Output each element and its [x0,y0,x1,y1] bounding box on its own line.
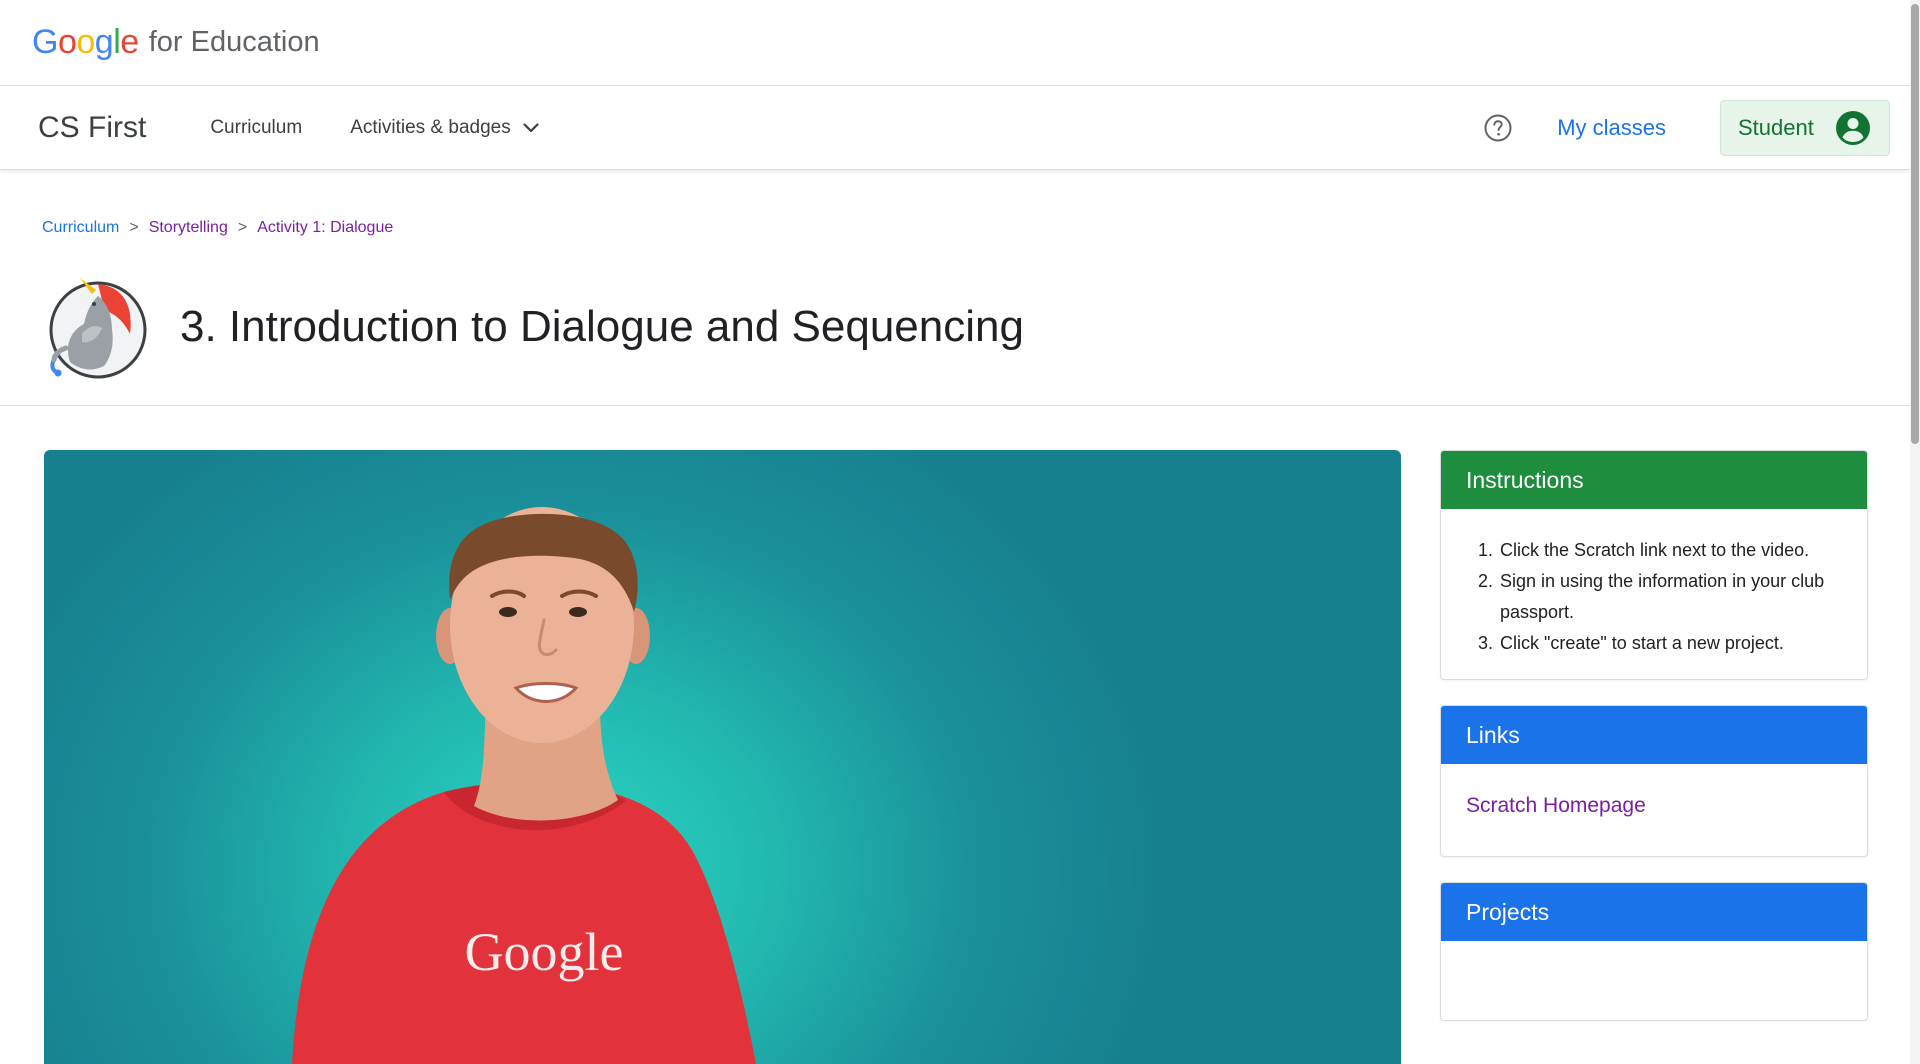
step-text: Sign in using the information in your cl… [1500,571,1825,622]
scratch-homepage-link[interactable]: Scratch Homepage [1466,794,1867,818]
shirt-logo-text: Google [465,922,624,982]
product-name[interactable]: CS First [38,111,146,145]
google-logo-letter: g [94,23,114,61]
instructions-list: 1. Click the Scratch link next to the vi… [1441,509,1867,659]
links-card: Links Scratch Homepage [1440,705,1868,857]
links-header: Links [1441,706,1867,764]
page-scrollbar-track[interactable] [1910,0,1920,1064]
nav-curriculum-link[interactable]: Curriculum [210,117,302,139]
page-header: 3. Introduction to Dialogue and Sequenci… [0,260,1910,406]
instructions-header: Instructions [1441,451,1867,509]
nav-activities-label: Activities & badges [350,116,511,138]
instructions-title: Instructions [1466,466,1584,493]
instruction-step: 1. Click the Scratch link next to the vi… [1471,535,1837,566]
instructions-card: Instructions 1. Click the Scratch link n… [1440,450,1868,680]
google-logo[interactable]: Google [32,23,139,62]
brand-bar: Google for Education [0,0,1910,86]
breadcrumb-curriculum[interactable]: Curriculum [42,219,119,237]
my-classes-link[interactable]: My classes [1557,115,1666,141]
instruction-step: 3. Click "create" to start a new project… [1471,628,1837,659]
step-number: 1. [1477,540,1493,560]
google-logo-letter: e [120,23,139,61]
student-account-button[interactable]: Student [1720,100,1890,156]
breadcrumb-storytelling[interactable]: Storytelling [149,219,228,237]
links-title: Links [1466,721,1520,748]
google-logo-letter: o [57,23,77,61]
unicorn-mascot-icon [49,278,147,379]
google-logo-letter: l [113,23,121,61]
projects-title: Projects [1466,898,1550,925]
student-label: Student [1738,115,1814,140]
breadcrumb: Curriculum > Storytelling > Activity 1: … [42,219,393,237]
breadcrumb-activity[interactable]: Activity 1: Dialogue [257,219,393,237]
chevron-down-icon [523,122,539,132]
step-text: Click "create" to start a new project. [1500,633,1784,653]
page-title: 3. Introduction to Dialogue and Sequenci… [180,302,1024,351]
account-circle-icon [1836,111,1870,145]
help-circle-icon[interactable] [1483,113,1513,143]
nav-right-group: My classes Student [1483,86,1890,170]
page-scrollbar-thumb[interactable] [1911,4,1919,444]
projects-header: Projects [1441,883,1867,941]
breadcrumb-separator: > [237,219,248,236]
step-text: Click the Scratch link next to the video… [1500,540,1810,560]
presenter-video-frame: Google [292,507,756,1064]
google-logo-letter: o [76,23,95,61]
step-number: 3. [1477,633,1493,653]
breadcrumb-separator: > [129,219,139,236]
main-nav: CS First Curriculum Activities & badges … [0,86,1910,170]
google-logo-letter: G [32,23,58,61]
brand-suffix[interactable]: for Education [149,26,320,59]
video-player[interactable]: Google [44,450,1401,1064]
projects-card: Projects [1440,882,1868,1021]
instruction-step: 2. Sign in using the information in your… [1471,566,1837,628]
nav-activities-dropdown[interactable]: Activities & badges [350,117,539,139]
step-number: 2. [1477,571,1493,591]
